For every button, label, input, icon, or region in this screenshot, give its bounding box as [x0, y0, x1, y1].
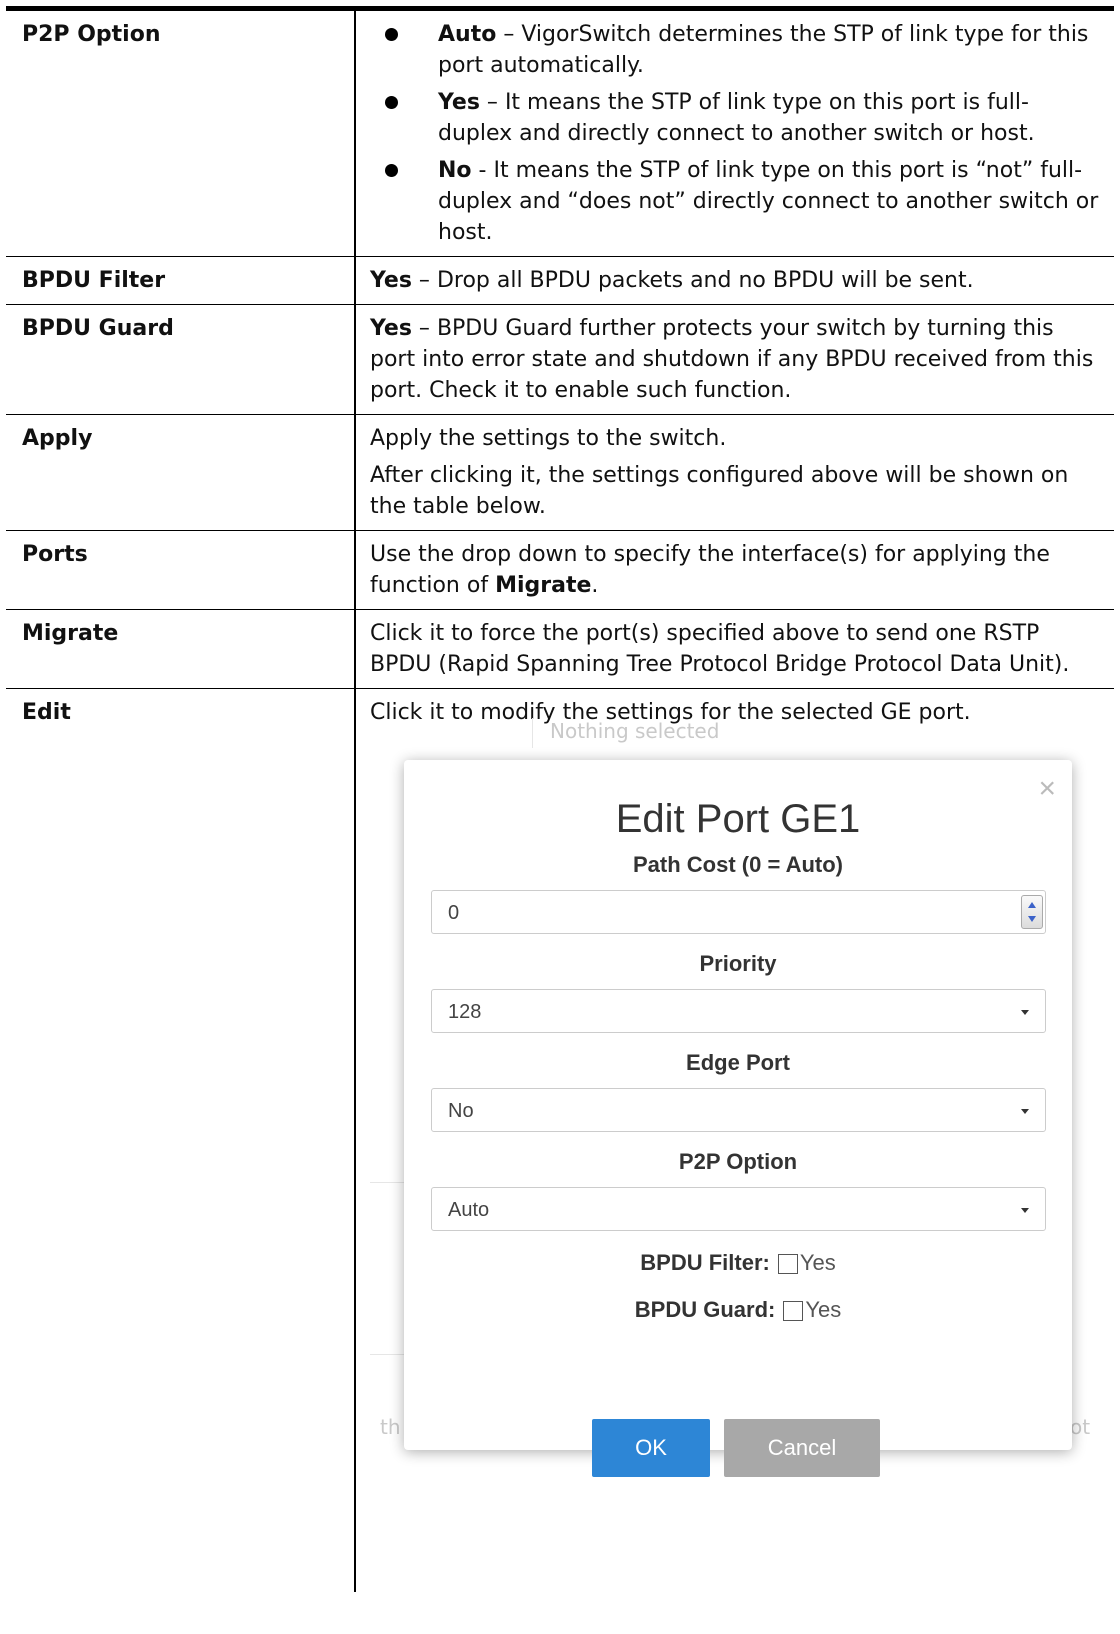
term-cell: Ports: [6, 530, 356, 610]
p2p-option-label: P2P Option: [678, 1149, 798, 1174]
option-name: Auto: [438, 22, 497, 47]
ok-button[interactable]: OK: [592, 1419, 710, 1477]
description-cell: Use the drop down to specify the interfa…: [355, 531, 1114, 610]
bullet-icon: [385, 164, 398, 177]
term-cell: P2P Option: [6, 8, 356, 257]
bpdu-guard-option: Yes: [805, 1297, 842, 1322]
option-description: It means the STP of link type on this po…: [438, 90, 1035, 146]
separator: –: [411, 316, 437, 341]
description-cell: Click it to modify the settings for the …: [355, 689, 1114, 1593]
edit-port-dialog: × Edit Port GE1 Path Cost (0 = Auto) 0 P…: [404, 760, 1072, 1477]
p2p-option-select[interactable]: Auto: [431, 1187, 1046, 1231]
paragraph: Apply the settings to the switch.: [370, 426, 727, 451]
chevron-down-icon: [1021, 1208, 1029, 1213]
list-item: Yes – It means the STP of link type on t…: [370, 87, 1100, 149]
path-cost-value: 0: [448, 902, 460, 924]
bpdu-guard-row: BPDU Guard: Yes: [404, 1294, 1072, 1325]
table-row: BPDU Filter Yes – Drop all BPDU packets …: [6, 256, 1114, 305]
bullet-icon: [385, 28, 398, 41]
option-description: BPDU Guard further protects your switch …: [370, 316, 1094, 403]
background-divider: [532, 718, 533, 748]
term-cell: BPDU Guard: [6, 304, 356, 415]
term-cell: Apply: [6, 414, 356, 531]
bpdu-filter-checkbox[interactable]: [777, 1254, 798, 1274]
table-row: Ports Use the drop down to specify the i…: [6, 530, 1114, 610]
priority-value: 128: [448, 1001, 482, 1023]
spinner-arrows-icon[interactable]: [1021, 895, 1043, 929]
chevron-down-icon: [1021, 1010, 1029, 1015]
chevron-down-icon: [1021, 1109, 1029, 1114]
option-name: No: [438, 158, 472, 183]
list-item: No - It means the STP of link type on th…: [370, 155, 1100, 248]
description-cell: Click it to force the port(s) specified …: [370, 621, 1070, 677]
option-name: Yes: [370, 316, 412, 341]
table-row: BPDU Guard Yes – BPDU Guard further prot…: [6, 304, 1114, 415]
term-cell: Edit: [6, 688, 356, 1592]
description-text: Click it to modify the settings for the …: [370, 700, 971, 725]
option-name: Yes: [370, 268, 412, 293]
spin-down-icon[interactable]: [1028, 916, 1036, 922]
spin-up-icon[interactable]: [1028, 902, 1036, 908]
edit-port-screenshot: Nothing selected th ot × Edit Port GE1 P…: [370, 718, 1100, 1584]
bpdu-filter-option: Yes: [799, 1250, 836, 1275]
separator: –: [496, 22, 522, 47]
path-cost-label: Path Cost (0 = Auto): [632, 852, 844, 877]
background-select-text: Nothing selected: [550, 719, 720, 743]
description-cell: Apply the settings to the switch. After …: [355, 415, 1114, 531]
list-item: Auto – VigorSwitch determines the STP of…: [370, 19, 1100, 81]
option-description: Drop all BPDU packets and no BPDU will b…: [436, 268, 974, 293]
table-row: P2P Option Auto – VigorSwitch determines…: [6, 8, 1114, 257]
bpdu-filter-row: BPDU Filter: Yes: [404, 1247, 1072, 1278]
migrate-term: Migrate: [495, 573, 592, 598]
priority-select[interactable]: 128: [431, 989, 1046, 1033]
separator: –: [411, 268, 437, 293]
background-fragment: th: [380, 1415, 401, 1439]
table-row: Migrate Click it to force the port(s) sp…: [6, 609, 1114, 689]
path-cost-input[interactable]: 0: [431, 890, 1046, 934]
bpdu-guard-checkbox[interactable]: [783, 1301, 804, 1321]
edge-port-select[interactable]: No: [431, 1088, 1046, 1132]
separator: –: [479, 90, 505, 115]
close-icon[interactable]: ×: [1038, 774, 1056, 804]
background-fragment: ot: [1070, 1415, 1091, 1439]
description-cell: Yes – BPDU Guard further protects your s…: [355, 305, 1114, 415]
table-row: Edit Click it to modify the settings for…: [6, 688, 1114, 1593]
priority-label: Priority: [699, 951, 777, 976]
description-cell: Auto – VigorSwitch determines the STP of…: [355, 9, 1114, 257]
cancel-button[interactable]: Cancel: [724, 1419, 880, 1477]
description-cell: Yes – Drop all BPDU packets and no BPDU …: [355, 257, 1114, 305]
paragraph: After clicking it, the settings configur…: [370, 463, 1069, 519]
option-name: Yes: [438, 90, 480, 115]
description-text-end: .: [591, 573, 599, 598]
dialog-title: Edit Port GE1: [615, 797, 861, 841]
option-description: It means the STP of link type on this po…: [438, 158, 1099, 245]
p2p-option-value: Auto: [448, 1199, 490, 1221]
description-text: Use the drop down to specify the interfa…: [370, 542, 1050, 598]
edge-port-label: Edge Port: [686, 1050, 790, 1075]
bpdu-filter-label: BPDU Filter:: [640, 1250, 770, 1275]
bullet-icon: [385, 96, 398, 109]
bullet-list: Auto – VigorSwitch determines the STP of…: [370, 19, 1100, 248]
option-description: VigorSwitch determines the STP of link t…: [438, 22, 1089, 78]
table-row: Apply Apply the settings to the switch. …: [6, 414, 1114, 531]
edge-port-value: No: [448, 1100, 474, 1122]
bpdu-guard-label: BPDU Guard:: [634, 1297, 776, 1322]
term-cell: BPDU Filter: [6, 256, 356, 305]
separator: -: [471, 158, 494, 183]
description-table: P2P Option Auto – VigorSwitch determines…: [6, 6, 1114, 1592]
term-cell: Migrate: [6, 609, 356, 689]
